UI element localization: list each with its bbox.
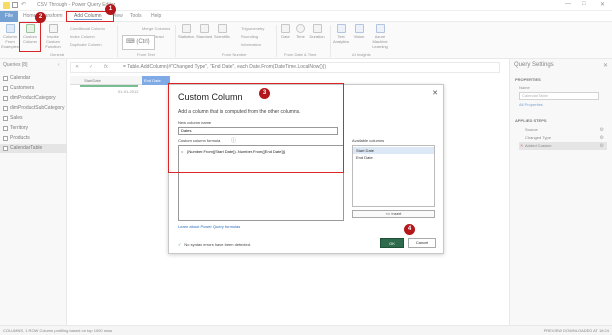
annotation-badge: 4 [404, 224, 415, 235]
cancel-button[interactable]: Cancel [408, 238, 436, 248]
annotation-badge: 1 [105, 4, 116, 15]
ok-button[interactable]: OK [380, 238, 404, 248]
syntax-status: ✓ No syntax errors have been detected. [178, 242, 252, 247]
available-column-item[interactable]: Start Date [353, 147, 434, 154]
insert-button[interactable]: << Insert [352, 210, 435, 218]
close-dialog-icon[interactable]: ✕ [432, 89, 438, 97]
annotation-badge: 3 [259, 88, 270, 99]
available-columns-list: Start Date End Date [352, 145, 435, 207]
annotation-box-custom-column [19, 22, 41, 52]
annotation-box-dialog [168, 83, 344, 173]
annotation-badge: 2 [35, 12, 46, 23]
learn-formulas-link[interactable]: Learn about Power Query formulas [178, 224, 240, 229]
check-icon: ✓ [178, 242, 182, 247]
available-columns-label: Available columns [352, 138, 385, 143]
available-column-item[interactable]: End Date [353, 154, 434, 161]
